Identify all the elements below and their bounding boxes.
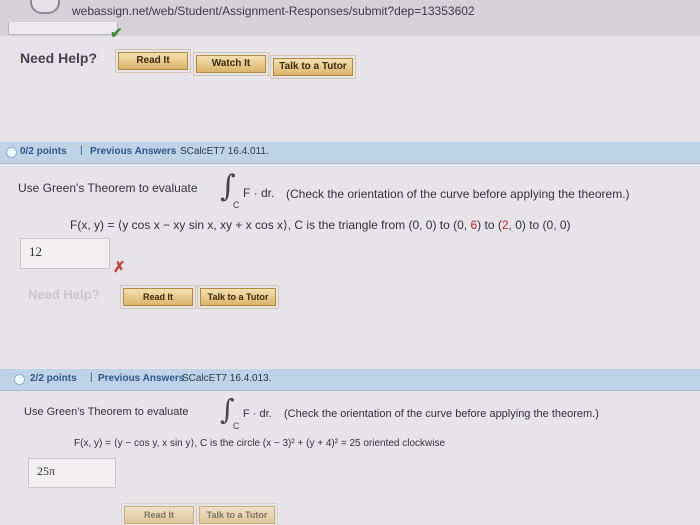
read-it-button[interactable]: Read It: [120, 285, 196, 309]
read-it-button[interactable]: Read It: [115, 49, 191, 73]
orientation-note: (Check the orientation of the curve befo…: [284, 408, 599, 420]
function-statement: F(x, y) = ⟨y cos x − xy sin x, xy + x co…: [70, 218, 571, 232]
talk-to-tutor-button[interactable]: Talk to a Tutor: [197, 285, 279, 309]
integrand: F · dr.: [243, 186, 275, 200]
line-integral-icon: ∫: [220, 169, 236, 204]
talk-to-tutor-button[interactable]: Talk to a Tutor: [270, 55, 356, 79]
answer-field[interactable]: 12: [20, 238, 110, 269]
question-header-bar: 0/2 points | Previous Answers SCalcET7 1…: [0, 142, 700, 164]
points-label: 0/2 points: [20, 146, 67, 157]
previous-answers-link[interactable]: Previous Answers: [90, 146, 176, 157]
watch-it-button[interactable]: Watch It: [193, 52, 269, 76]
correct-check-icon: ✔: [110, 25, 123, 42]
status-dot-icon: [14, 374, 25, 385]
separator: |: [80, 145, 83, 156]
previous-answer-field[interactable]: [8, 22, 118, 35]
function-statement: F(x, y) = ⟨y − cos y, x sin y⟩, C is the…: [74, 438, 446, 449]
param-value: 2: [501, 218, 509, 232]
question-prompt: Use Green's Theorem to evaluate: [18, 181, 198, 195]
status-dot-icon: [6, 147, 17, 158]
need-help-label: Need Help?: [20, 50, 98, 66]
talk-to-tutor-button[interactable]: Talk to a Tutor: [196, 503, 278, 525]
question-code: SCalcET7 16.4.013.: [182, 373, 272, 384]
question-code: SCalcET7 16.4.011.: [180, 146, 269, 157]
incorrect-x-icon: ✗: [113, 259, 126, 276]
browser-tab-edge[interactable]: [30, 0, 60, 14]
previous-answers-link[interactable]: Previous Answers: [98, 373, 184, 384]
integral-subscript: C: [233, 421, 240, 431]
question-header-bar: 2/2 points | Previous Answers SCalcET7 1…: [0, 369, 700, 391]
integral-subscript: C: [233, 200, 240, 210]
integrand: F · dr.: [243, 408, 272, 420]
answer-field[interactable]: 25π: [28, 458, 116, 488]
question-prompt: Use Green's Theorem to evaluate: [24, 406, 189, 418]
points-label: 2/2 points: [30, 373, 77, 384]
separator: |: [90, 372, 93, 383]
need-help-label: Need Help?: [28, 287, 100, 302]
read-it-button[interactable]: Read It: [121, 503, 197, 525]
url-text[interactable]: webassign.net/web/Student/Assignment-Res…: [72, 4, 475, 18]
orientation-note: (Check the orientation of the curve befo…: [286, 187, 630, 201]
